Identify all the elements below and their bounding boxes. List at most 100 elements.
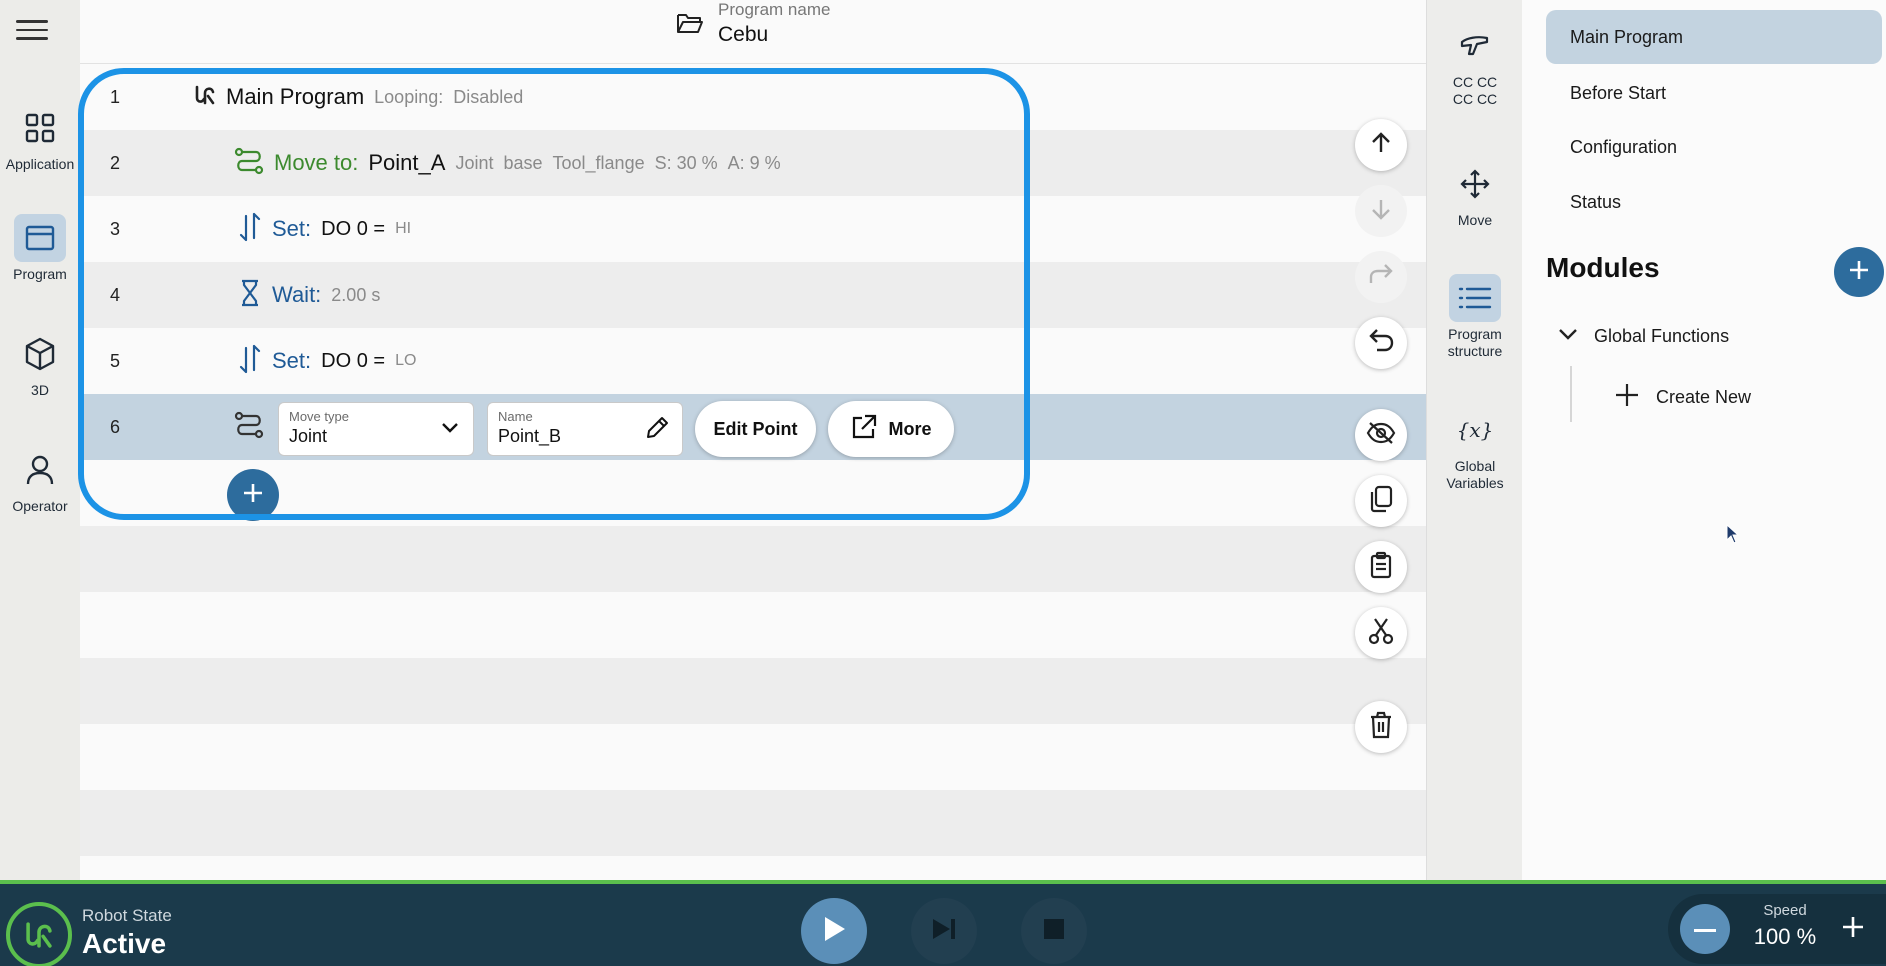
speed-increase-button[interactable]	[1828, 904, 1878, 954]
speed-value: 100 %	[1753, 924, 1817, 949]
external-link-icon	[850, 413, 878, 446]
row-number: 1	[110, 86, 121, 107]
move-detail: Tool_flange	[552, 152, 645, 173]
empty-row	[80, 790, 1426, 856]
program-row-wait[interactable]: 4 Wait: 2.00 s	[80, 262, 1426, 328]
program-row-set-lo[interactable]: 5 Set: DO 0 = LO	[80, 328, 1426, 394]
panel-item-configuration[interactable]: Configuration	[1546, 120, 1882, 174]
move-path-icon	[234, 411, 264, 444]
ur-logo-icon	[6, 902, 72, 966]
speed-caption: Speed	[1763, 902, 1807, 919]
program-name-value: Cebu	[718, 23, 769, 46]
stop-button[interactable]	[1021, 898, 1087, 964]
header: Program name Cebu	[80, 0, 1426, 64]
create-new-function[interactable]: Create New	[1614, 382, 1751, 413]
edit-point-button[interactable]: Edit Point	[695, 401, 816, 457]
panel-item-label: Main Program	[1570, 26, 1684, 47]
speed-control: Speed 100 %	[1668, 894, 1886, 964]
grid-icon	[14, 104, 66, 152]
set-value: HI	[395, 220, 412, 237]
nav-item-operator[interactable]: Operator	[0, 446, 80, 514]
panel-item-label: Before Start	[1570, 82, 1667, 103]
tool-move[interactable]: Move	[1427, 160, 1523, 229]
row-number: 5	[110, 350, 121, 371]
point-name-field[interactable]: Name Point_B	[487, 402, 683, 456]
set-target: DO 0 =	[321, 217, 386, 240]
play-button[interactable]	[801, 898, 867, 964]
program-tree: 1 Main Program Looping: Disabled 2 Move …	[80, 64, 1426, 880]
tool-freedrive[interactable]: CC CC CC CC	[1427, 22, 1523, 108]
folder-open-icon	[676, 11, 704, 40]
move-type-select[interactable]: Move type Joint	[278, 402, 474, 456]
move-type-value: Joint	[289, 426, 328, 446]
program-name-caption: Program name	[718, 0, 831, 19]
more-label: More	[888, 418, 932, 439]
clipboard-icon	[1369, 551, 1393, 584]
tool-label: Program structure	[1447, 326, 1503, 359]
move-down-button[interactable]	[1355, 185, 1407, 237]
step-button[interactable]	[911, 898, 977, 964]
person-icon	[14, 446, 66, 494]
nav-item-program[interactable]: Program	[0, 214, 80, 282]
program-row-move-a[interactable]: 2 Move to: Point_A Joint base Tool_flang…	[80, 130, 1426, 196]
move-type-caption: Move type	[289, 409, 349, 424]
set-io-icon	[238, 212, 262, 247]
arrow-down-icon	[1369, 197, 1393, 226]
program-row-set-hi[interactable]: 3 Set: DO 0 = HI	[80, 196, 1426, 262]
robot-state[interactable]: Robot State Active	[82, 906, 172, 960]
stop-icon	[1042, 917, 1066, 946]
cut-button[interactable]	[1355, 607, 1407, 659]
redo-icon	[1367, 263, 1395, 292]
right-panel: Main Program Before Start Configuration …	[1522, 0, 1886, 880]
nav-label: Operator	[12, 498, 68, 514]
menu-icon[interactable]	[16, 14, 48, 46]
tool-global-variables[interactable]: {x} Global Variables	[1427, 406, 1523, 492]
nav-item-3d[interactable]: 3D	[0, 330, 80, 398]
trash-icon	[1369, 711, 1393, 744]
looping-label: Looping:	[374, 86, 444, 107]
redo-button[interactable]	[1355, 251, 1407, 303]
row-number: 3	[110, 218, 121, 239]
nav-label: 3D	[31, 382, 49, 398]
more-button[interactable]: More	[828, 401, 954, 457]
panel-item-status[interactable]: Status	[1546, 175, 1882, 229]
set-keyword: Set:	[272, 216, 312, 241]
panel-item-main-program[interactable]: Main Program	[1546, 10, 1882, 64]
left-nav: Application Program 3D Operator	[0, 0, 80, 880]
speed-decrease-button[interactable]	[1680, 904, 1730, 954]
copy-icon	[1368, 485, 1394, 518]
skip-next-icon	[930, 917, 958, 946]
move-target: Point_A	[368, 150, 446, 175]
tree-group-global-functions[interactable]: Global Functions	[1558, 326, 1729, 347]
panel-item-before-start[interactable]: Before Start	[1546, 66, 1882, 120]
tool-strip: CC CC CC CC Move Program structure {x} G…	[1426, 0, 1522, 880]
list-icon	[1449, 274, 1501, 322]
undo-button[interactable]	[1355, 317, 1407, 369]
delete-button[interactable]	[1355, 701, 1407, 753]
copy-button[interactable]	[1355, 475, 1407, 527]
variable-icon: {x}	[1449, 406, 1501, 454]
pencil-icon[interactable]	[644, 415, 670, 446]
minus-icon	[1694, 920, 1716, 938]
panel-item-label: Configuration	[1570, 136, 1678, 157]
set-io-icon	[238, 344, 262, 379]
window-icon	[14, 214, 66, 262]
nav-item-application[interactable]: Application	[0, 104, 80, 172]
undo-icon	[1367, 328, 1395, 359]
add-node-button[interactable]	[227, 469, 279, 521]
panel-item-label: Status	[1570, 191, 1622, 212]
empty-row	[80, 526, 1426, 592]
program-name[interactable]: Program name Cebu	[676, 0, 830, 50]
plus-icon	[1847, 258, 1871, 287]
add-module-button[interactable]	[1834, 247, 1884, 297]
tree-group-label: Global Functions	[1594, 326, 1730, 346]
tool-program-structure[interactable]: Program structure	[1427, 274, 1523, 360]
hide-button[interactable]	[1355, 409, 1407, 461]
program-row-main[interactable]: 1 Main Program Looping: Disabled	[80, 64, 1426, 130]
mouse-cursor-icon	[1726, 523, 1740, 549]
move-up-button[interactable]	[1355, 119, 1407, 171]
tool-label: Move	[1457, 212, 1493, 228]
set-keyword: Set:	[272, 348, 312, 373]
freedrive-icon	[1449, 22, 1501, 70]
paste-button[interactable]	[1355, 541, 1407, 593]
